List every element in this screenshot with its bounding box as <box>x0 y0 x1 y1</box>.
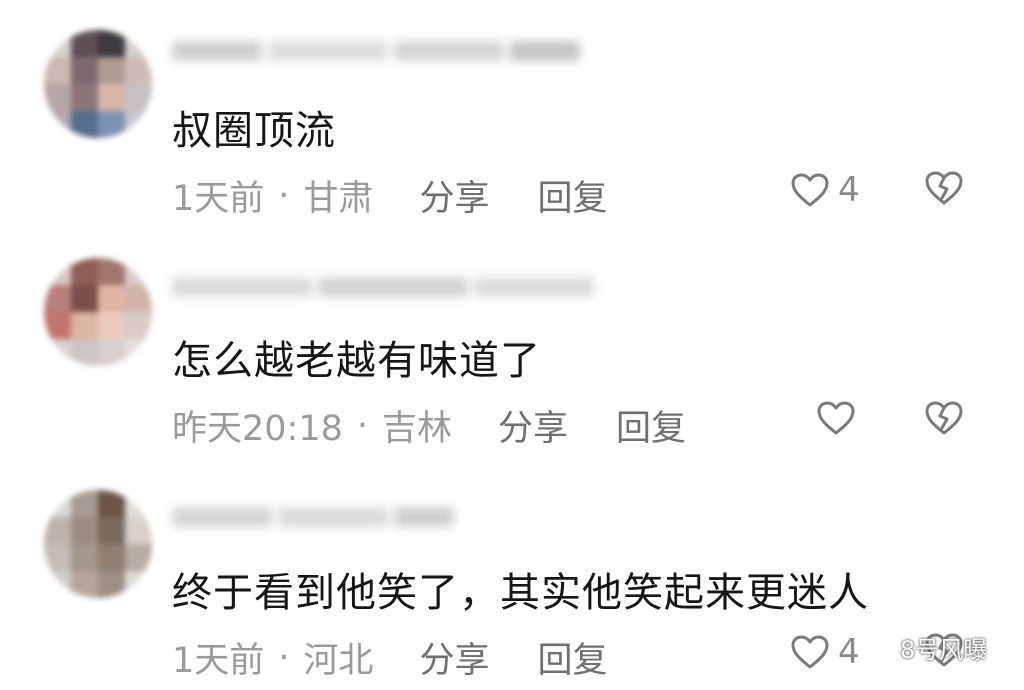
dislike-button[interactable] <box>924 400 964 440</box>
heart-outline-icon <box>791 635 829 669</box>
comment-text: 终于看到他笑了，其实他笑起来更迷人 <box>172 570 869 616</box>
comment-meta: 1天前 · 甘肃 分享 回复 <box>172 170 607 221</box>
comment-item-1: 叔圈顶流 1天前 · 甘肃 分享 回复 4 <box>0 0 1024 230</box>
like-button[interactable] <box>816 400 864 436</box>
reply-button[interactable]: 回复 <box>537 170 607 221</box>
comment-location: 甘肃 <box>303 179 374 219</box>
avatar[interactable] <box>44 30 152 138</box>
like-button[interactable]: 4 <box>790 170 860 210</box>
comment-item-2: 怎么越老越有味道了 昨天20:18 · 吉林 分享 回复 <box>0 230 1024 460</box>
like-count: 4 <box>838 170 860 210</box>
heart-outline-icon <box>791 173 829 207</box>
reply-button[interactable]: 回复 <box>537 632 607 683</box>
share-button[interactable]: 分享 <box>498 400 568 451</box>
comment-location: 河北 <box>303 641 374 681</box>
reply-button[interactable]: 回复 <box>616 400 686 451</box>
meta-separator: · <box>278 175 290 216</box>
comment-list: 叔圈顶流 1天前 · 甘肃 分享 回复 4 怎么越老越有味道了 昨天20:18 … <box>0 0 1024 690</box>
wechat-icon <box>856 632 895 662</box>
comment-time: 昨天20:18 <box>172 409 343 449</box>
like-button[interactable]: 4 <box>790 632 860 672</box>
comment-text: 叔圈顶流 <box>172 108 336 154</box>
username-blurred[interactable] <box>172 504 454 530</box>
comment-text: 怎么越老越有味道了 <box>172 338 541 384</box>
username-blurred[interactable] <box>172 38 580 64</box>
avatar[interactable] <box>44 258 152 366</box>
comment-meta: 昨天20:18 · 吉林 分享 回复 <box>172 400 686 451</box>
broken-heart-icon <box>925 401 963 435</box>
share-button[interactable]: 分享 <box>419 170 489 221</box>
broken-heart-icon <box>925 171 963 205</box>
share-button[interactable]: 分享 <box>419 632 489 683</box>
comment-location: 吉林 <box>382 409 453 449</box>
comment-time: 1天前 <box>172 179 265 219</box>
heart-outline-icon <box>817 401 855 435</box>
comment-meta: 1天前 · 河北 分享 回复 <box>172 632 607 683</box>
avatar[interactable] <box>44 490 152 598</box>
watermark-text: 8号风曝 <box>900 636 988 664</box>
watermark: 8号风曝 <box>856 630 987 665</box>
dislike-button[interactable] <box>924 170 964 210</box>
meta-separator: · <box>356 405 369 446</box>
username-blurred[interactable] <box>172 274 594 300</box>
comment-time: 1天前 <box>172 641 265 681</box>
meta-separator: · <box>278 637 290 678</box>
